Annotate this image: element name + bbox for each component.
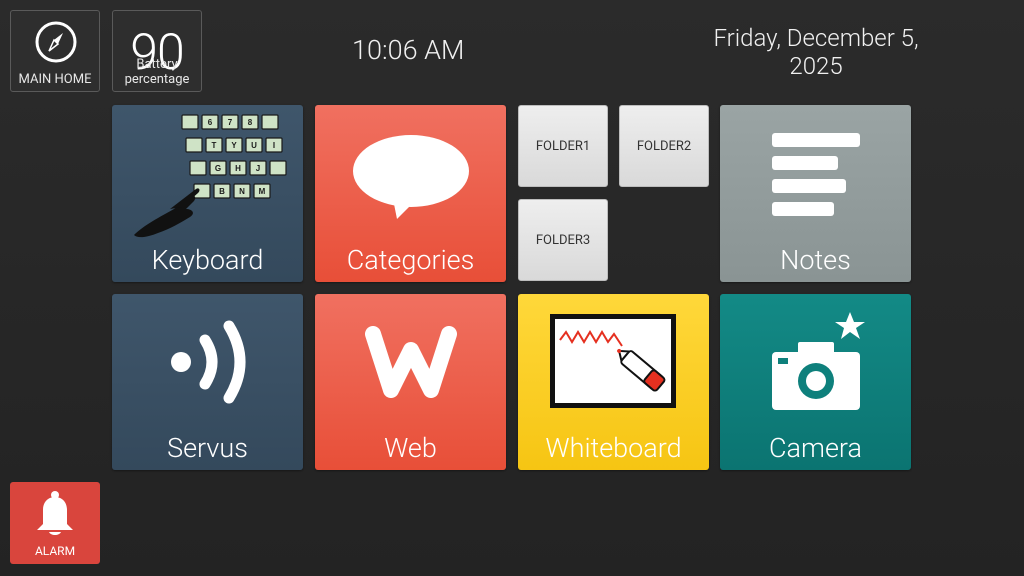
web-tile[interactable]: Web <box>315 294 506 470</box>
notes-tile[interactable]: Notes <box>720 105 911 282</box>
svg-text:B: B <box>219 187 225 196</box>
folder3-button[interactable]: FOLDER3 <box>518 199 608 281</box>
keyboard-pointing-hand-icon: 6 7 8 T Y U I G H J B N M <box>134 114 287 238</box>
whiteboard-tile-label: Whiteboard <box>545 432 682 464</box>
categories-tile[interactable]: Categories <box>315 105 506 282</box>
signal-waves-icon <box>171 320 246 404</box>
whiteboard-tile[interactable]: Whiteboard <box>518 294 709 470</box>
svg-text:6: 6 <box>208 118 213 127</box>
notes-tile-label: Notes <box>780 244 851 276</box>
battery-indicator: 90 Battery percentage <box>112 10 202 92</box>
clock-time: 10:06 AM <box>352 34 465 66</box>
folder1-button[interactable]: FOLDER1 <box>518 105 608 187</box>
svg-text:7: 7 <box>228 118 233 127</box>
notes-lines-icon <box>772 133 860 216</box>
svg-text:M: M <box>259 187 266 196</box>
servus-tile[interactable]: Servus <box>112 294 303 470</box>
main-home-button[interactable]: MAIN HOME <box>10 10 100 92</box>
svg-text:Y: Y <box>231 141 237 150</box>
svg-text:T: T <box>212 141 217 150</box>
web-tile-label: Web <box>384 432 437 464</box>
svg-text:8: 8 <box>248 118 253 127</box>
svg-text:G: G <box>215 164 221 173</box>
bell-icon <box>37 491 73 535</box>
compass-icon <box>35 21 77 63</box>
svg-text:I: I <box>273 141 275 150</box>
categories-tile-label: Categories <box>346 244 475 276</box>
svg-text:N: N <box>239 187 245 196</box>
date-display: Friday, December 5, 2025 <box>713 24 919 80</box>
camera-tile-label: Camera <box>769 432 862 464</box>
svg-text:U: U <box>251 141 257 150</box>
alarm-label: ALARM <box>34 544 76 558</box>
speech-bubble-icon <box>353 135 469 219</box>
keyboard-tile-label: Keyboard <box>151 244 264 276</box>
whiteboard-marker-icon <box>550 314 676 408</box>
folder2-button[interactable]: FOLDER2 <box>619 105 709 187</box>
svg-text:J: J <box>256 164 260 173</box>
main-home-label: MAIN HOME <box>18 72 92 87</box>
camera-icon <box>772 312 865 410</box>
web-w-icon <box>365 326 457 398</box>
battery-label: Battery percentage <box>124 57 190 87</box>
keyboard-tile[interactable]: 6 7 8 T Y U I G H J B N M Keyboard <box>112 105 303 282</box>
camera-tile[interactable]: Camera <box>720 294 911 470</box>
alarm-button[interactable]: ALARM <box>10 482 100 564</box>
servus-tile-label: Servus <box>167 432 248 464</box>
svg-text:H: H <box>235 164 241 173</box>
